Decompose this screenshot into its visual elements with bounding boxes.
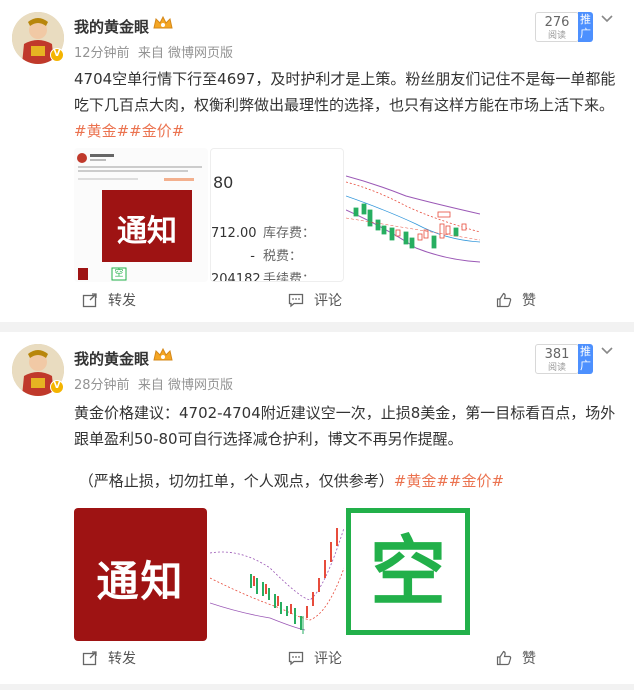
like-button[interactable]: 赞 bbox=[496, 290, 536, 310]
empty-text: 空 bbox=[370, 527, 446, 616]
repost-label: 转发 bbox=[108, 651, 136, 667]
read-count: 381 bbox=[544, 347, 570, 362]
receipt-label: 手续费： bbox=[263, 272, 316, 282]
username[interactable]: 我的黄金眼 bbox=[74, 348, 149, 369]
receipt-top-value: 80 bbox=[213, 173, 234, 192]
receipt-value: - bbox=[250, 249, 255, 264]
receipt-label: 库存费： bbox=[263, 226, 316, 241]
notice-text: 通知 bbox=[96, 557, 185, 606]
post-time[interactable]: 28分钟前 bbox=[74, 378, 130, 393]
action-bar: 转发 评论 赞 bbox=[0, 648, 634, 674]
read-label: 阅读 bbox=[547, 363, 566, 373]
like-button[interactable]: 赞 bbox=[496, 648, 536, 668]
post-text-line: 4704空单行情下行至4697，及时护利才是上策。粉丝朋友们记住不是每一单都能 bbox=[74, 70, 616, 88]
comment-label: 评论 bbox=[314, 651, 342, 667]
post-meta: 28分钟前 来自 微博网页版 bbox=[74, 374, 233, 393]
hashtags[interactable]: #黄金##金价# bbox=[74, 118, 622, 144]
post-meta: 12分钟前 来自 微博网页版 bbox=[74, 42, 233, 61]
candlestick-chart-graphic bbox=[346, 148, 480, 282]
comment-icon bbox=[288, 651, 304, 666]
comment-button[interactable]: 评论 bbox=[288, 648, 342, 668]
promote-button[interactable]: 推广 bbox=[578, 12, 593, 42]
source-prefix: 来自 bbox=[137, 46, 164, 61]
like-label: 赞 bbox=[522, 293, 536, 309]
hashtags[interactable]: #黄金##金价# bbox=[394, 472, 504, 490]
promote-button[interactable]: 推广 bbox=[578, 344, 593, 374]
post-source[interactable]: 微博网页版 bbox=[168, 378, 233, 393]
image-thumb-candle-chart[interactable] bbox=[346, 148, 480, 282]
receipt-value: 204182 bbox=[211, 272, 261, 282]
disclaimer-text: （严格止损，切勿扛单，个人观点，仅供参考） bbox=[78, 472, 394, 490]
comment-button[interactable]: 评论 bbox=[288, 290, 342, 310]
image-price-chart[interactable] bbox=[210, 508, 344, 641]
receipt-values: 712.00 - 204182 bbox=[211, 222, 261, 282]
read-count: 276 bbox=[544, 15, 570, 30]
receipt-value: 712.00 bbox=[211, 226, 257, 241]
chevron-down-icon[interactable] bbox=[600, 14, 614, 24]
chevron-down-icon[interactable] bbox=[600, 346, 614, 356]
image-notice[interactable]: 通知 bbox=[74, 508, 207, 641]
repost-icon bbox=[82, 651, 97, 666]
price-chart-graphic bbox=[210, 508, 344, 641]
image-thumb-trade-receipt[interactable]: 80 712.00 - 204182 库存费： 税费： 手续费： bbox=[210, 148, 344, 282]
post-text-line: 吃下几百点大肉，权衡利弊做出最理性的选择，也只有这样方能在市场上活下来。 bbox=[74, 96, 615, 114]
source-prefix: 来自 bbox=[137, 378, 164, 393]
verified-badge-icon: V bbox=[50, 48, 64, 62]
crown-icon bbox=[153, 15, 173, 29]
weibo-post-1: V 我的黄金眼 12分钟前 来自 微博网页版 276 阅读 推广 4704空单行… bbox=[0, 0, 634, 322]
post-text-line: （严格止损，切勿扛单，个人观点，仅供参考）#黄金##金价# bbox=[74, 468, 622, 494]
notice-text: 通知 bbox=[117, 214, 177, 249]
read-label: 阅读 bbox=[547, 31, 566, 41]
weibo-post-2: V 我的黄金眼 28分钟前 来自 微博网页版 381 阅读 推广 黄金价格建议：… bbox=[0, 332, 634, 684]
post-text-line: 跟单盈利50-80可自行选择减仓护利，博文不再另作提醒。 bbox=[74, 430, 463, 448]
read-count-box: 276 阅读 bbox=[535, 12, 579, 42]
username[interactable]: 我的黄金眼 bbox=[74, 16, 149, 37]
comment-label: 评论 bbox=[314, 293, 342, 309]
receipt-label: 税费： bbox=[263, 249, 303, 264]
crown-icon bbox=[153, 347, 173, 361]
post-time[interactable]: 12分钟前 bbox=[74, 46, 130, 61]
repost-button[interactable]: 转发 bbox=[82, 648, 136, 668]
post-text: 4704空单行情下行至4697，及时护利才是上策。粉丝朋友们记住不是每一单都能 … bbox=[74, 66, 622, 144]
comment-icon bbox=[288, 293, 304, 308]
action-bar: 转发 评论 赞 bbox=[0, 290, 634, 316]
receipt-labels: 库存费： 税费： 手续费： bbox=[263, 222, 316, 282]
like-label: 赞 bbox=[522, 651, 536, 667]
repost-button[interactable]: 转发 bbox=[82, 290, 136, 310]
post-source[interactable]: 微博网页版 bbox=[168, 46, 233, 61]
repost-label: 转发 bbox=[108, 293, 136, 309]
verified-badge-icon: V bbox=[50, 380, 64, 394]
repost-icon bbox=[82, 293, 97, 308]
post-text: 黄金价格建议：4702-4704附近建议空一次，止损8美金，第一目标看百点，场外… bbox=[74, 400, 622, 494]
image-thumb-notice-screenshot[interactable]: 通知 空 bbox=[74, 148, 208, 282]
image-empty-signal[interactable]: 空 bbox=[346, 508, 470, 635]
thumbs-up-icon bbox=[496, 650, 512, 666]
read-count-box: 381 阅读 bbox=[535, 344, 579, 374]
empty-char-small: 空 bbox=[114, 269, 124, 279]
post-text-line: 黄金价格建议：4702-4704附近建议空一次，止损8美金，第一目标看百点，场外 bbox=[74, 404, 616, 422]
thumbs-up-icon bbox=[496, 292, 512, 308]
